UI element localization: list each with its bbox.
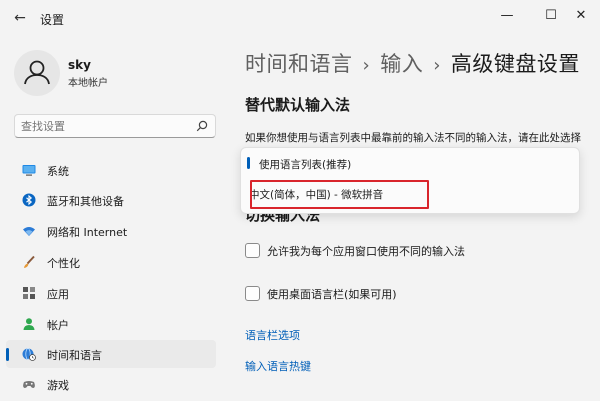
- checkbox-row-per-app-input[interactable]: 允许我为每个应用窗口使用不同的输入法: [245, 241, 585, 261]
- checkbox-label: 使用桌面语言栏(如果可用): [267, 288, 397, 301]
- bluetooth-icon: [22, 193, 36, 207]
- sidebar-item-time-language[interactable]: 时间和语言: [6, 340, 216, 368]
- highlight-annotation: [250, 180, 429, 209]
- sidebar-item-personalization[interactable]: 个性化: [6, 248, 216, 276]
- sidebar: sky 本地帐户 系统 蓝牙和其他设备 网络和 Internet: [0, 36, 226, 401]
- search-box[interactable]: [14, 114, 216, 138]
- active-indicator: [6, 348, 9, 361]
- checkbox-label: 允许我为每个应用窗口使用不同的输入法: [267, 245, 465, 258]
- desktop-language-bar-checkbox[interactable]: [245, 286, 260, 301]
- search-icon[interactable]: [195, 119, 209, 133]
- selected-indicator: [247, 157, 250, 169]
- back-button[interactable]: ←: [8, 8, 32, 28]
- breadcrumb-item-time-language[interactable]: 时间和语言: [245, 52, 353, 76]
- sidebar-item-label: 系统: [47, 165, 69, 178]
- avatar[interactable]: [14, 50, 60, 96]
- breadcrumb-separator: ›: [433, 55, 441, 76]
- sidebar-item-apps[interactable]: 应用: [6, 279, 216, 307]
- per-app-input-checkbox[interactable]: [245, 243, 260, 258]
- sidebar-item-label: 个性化: [47, 257, 80, 270]
- breadcrumb-separator: ›: [362, 55, 371, 76]
- sidebar-item-system[interactable]: 系统: [6, 156, 216, 184]
- apps-icon: [23, 287, 35, 299]
- input-language-hotkeys-link[interactable]: 输入语言热键: [245, 358, 311, 374]
- wifi-icon: [23, 227, 35, 236]
- page-title: 高级键盘设置: [450, 52, 580, 76]
- section-description: 如果你想使用与语言列表中最靠前的输入法不同的输入法，请在此处选择: [245, 132, 581, 144]
- maximize-button[interactable]: ☐: [536, 4, 566, 28]
- sidebar-item-label: 网络和 Internet: [47, 226, 128, 239]
- sidebar-item-network[interactable]: 网络和 Internet: [6, 217, 216, 245]
- section-title-default-input: 替代默认输入法: [245, 96, 351, 114]
- main-content: 时间和语言 › 输入 › 高级键盘设置 替代默认输入法 如果你想使用与语言列表中最靠前的…: [226, 36, 600, 401]
- sidebar-item-label: 应用: [47, 288, 69, 301]
- globe-clock-icon: [22, 348, 36, 361]
- app-title: 设置: [40, 13, 65, 27]
- sidebar-item-label: 时间和语言: [47, 349, 102, 362]
- checkbox-row-desktop-language-bar[interactable]: 使用桌面语言栏(如果可用): [245, 284, 585, 304]
- sidebar-item-gaming[interactable]: 游戏: [6, 370, 216, 398]
- title-bar: ← 设置 — ☐ ✕: [0, 0, 600, 36]
- language-bar-options-link[interactable]: 语言栏选项: [245, 327, 300, 343]
- sidebar-item-accounts[interactable]: 帐户: [6, 310, 216, 338]
- dropdown-option-language-list[interactable]: 使用语言列表(推荐): [245, 152, 577, 176]
- person-icon: [23, 318, 35, 330]
- user-icon: [24, 60, 50, 85]
- breadcrumb-item-input[interactable]: 输入: [380, 52, 423, 76]
- gamepad-icon: [23, 381, 35, 388]
- account-type: 本地帐户: [68, 78, 108, 89]
- user-name: sky: [68, 58, 91, 72]
- sidebar-item-bluetooth[interactable]: 蓝牙和其他设备: [6, 186, 216, 214]
- search-input[interactable]: [21, 118, 191, 134]
- brush-icon: [24, 255, 35, 268]
- minimize-button[interactable]: —: [492, 4, 522, 28]
- breadcrumb: 时间和语言 › 输入 › 高级键盘设置: [245, 48, 580, 78]
- sidebar-item-label: 蓝牙和其他设备: [47, 195, 124, 208]
- dropdown-option-label: 使用语言列表(推荐): [259, 159, 352, 171]
- sidebar-item-label: 游戏: [47, 379, 69, 392]
- monitor-icon: [22, 165, 36, 176]
- close-button[interactable]: ✕: [566, 4, 596, 28]
- sidebar-item-label: 帐户: [47, 319, 69, 332]
